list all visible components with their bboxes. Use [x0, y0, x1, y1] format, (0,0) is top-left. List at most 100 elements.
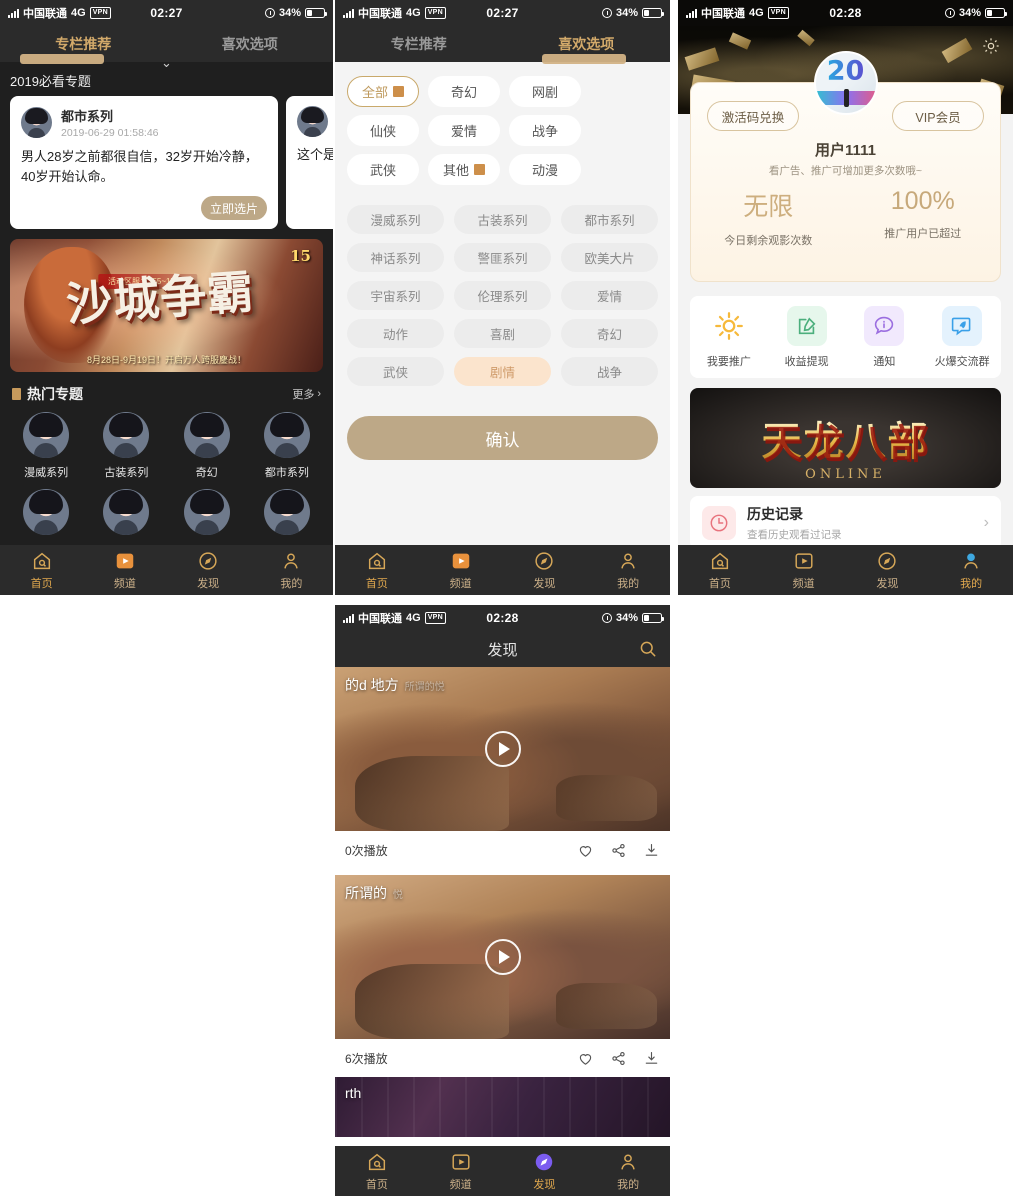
heart-icon[interactable]	[577, 842, 594, 859]
tag-comedy[interactable]: 喜剧	[454, 319, 551, 348]
game-promo-banner[interactable]: 15 活动区服：155~173区 沙城争霸 8月28日-9月19日！开启万人跨服…	[10, 239, 323, 372]
nav-item-discover[interactable]: 发现	[846, 550, 930, 591]
quick-action-withdraw[interactable]: 收益提现	[768, 305, 846, 369]
redeem-code-button[interactable]: 激活码兑换	[707, 101, 799, 131]
tag-romance[interactable]: 爱情	[561, 281, 658, 310]
gear-icon[interactable]	[981, 36, 1001, 56]
nav-item-home[interactable]: 首页	[335, 1151, 419, 1192]
bottom-nav: 首页 频道 发现 我的	[335, 1146, 670, 1196]
confirm-button[interactable]: 确认	[347, 416, 658, 460]
nav-item-channel[interactable]: 频道	[419, 550, 503, 591]
nav-item-channel[interactable]: 频道	[83, 550, 166, 591]
game-banner[interactable]: 天龙八部 ONLINE	[690, 388, 1001, 488]
video-thumbnail[interactable]: rth	[335, 1077, 670, 1137]
topic-card-row: 都市系列 2019-06-29 01:58:46 男人28岁之前都很自信，32岁…	[0, 96, 333, 229]
tag-wuxia[interactable]: 武侠	[347, 357, 444, 386]
tab-column-recommend[interactable]: 专栏推荐	[0, 34, 167, 54]
play-triangle-icon	[498, 950, 510, 964]
tag-space[interactable]: 宇宙系列	[347, 281, 444, 310]
video-thumbnail[interactable]: 的d 地方 所谓的悦	[335, 667, 670, 831]
tab-column-recommend[interactable]: 专栏推荐	[335, 34, 503, 54]
icon-box	[708, 305, 749, 346]
nav-item-home[interactable]: 首页	[335, 550, 419, 591]
video-card[interactable]: 的d 地方 所谓的悦 0次播放	[335, 667, 670, 869]
topic-item[interactable]	[167, 489, 247, 535]
tag-urban[interactable]: 都市系列	[561, 205, 658, 234]
chip-romance[interactable]: 爱情	[428, 115, 500, 146]
rotation-lock-icon	[601, 8, 612, 18]
chip-all[interactable]: 全部	[347, 76, 419, 107]
play-button[interactable]	[484, 731, 521, 767]
tag-fantasy[interactable]: 奇幻	[561, 319, 658, 348]
tag-drama[interactable]: 剧情	[454, 357, 551, 386]
clock-label: 02:27	[150, 6, 183, 20]
topic-item[interactable]	[6, 489, 86, 535]
tag-western-blockbuster[interactable]: 欧美大片	[561, 243, 658, 272]
tag-myth[interactable]: 神话系列	[347, 243, 444, 272]
video-thumbnail[interactable]: 所谓的 悦	[335, 875, 670, 1039]
select-movie-button[interactable]: 立即选片	[201, 196, 267, 220]
nav-item-home[interactable]: 首页	[0, 550, 83, 591]
chip-anime[interactable]: 动漫	[509, 154, 581, 185]
more-link[interactable]: 更多 ›	[292, 386, 321, 402]
home-icon	[368, 1153, 385, 1170]
topic-item[interactable]	[247, 489, 327, 535]
quick-action-notice[interactable]: 通知	[846, 305, 924, 369]
topic-item[interactable]: 都市系列	[247, 412, 327, 480]
download-icon[interactable]	[643, 1050, 660, 1067]
person-icon	[284, 552, 299, 568]
video-title-watermark: 悦	[392, 890, 403, 901]
nav-item-discover[interactable]: 发现	[167, 550, 250, 591]
share-icon[interactable]	[610, 842, 627, 859]
chip-xianxia[interactable]: 仙侠	[347, 115, 419, 146]
topic-item[interactable]: 古装系列	[86, 412, 166, 480]
nav-label: 频道	[113, 577, 136, 590]
chip-label: 仙侠	[369, 124, 396, 139]
topic-item[interactable]: 漫威系列	[6, 412, 86, 480]
quick-action-group[interactable]: 火爆交流群	[923, 305, 1001, 369]
tag-war[interactable]: 战争	[561, 357, 658, 386]
share-icon[interactable]	[610, 1050, 627, 1067]
card-action-row: 立即选片	[21, 186, 267, 220]
nav-item-channel[interactable]: 频道	[419, 1151, 503, 1192]
info-bubble-icon	[875, 316, 894, 335]
chip-other[interactable]: 其他	[428, 154, 500, 185]
chip-label: 武侠	[369, 163, 396, 178]
avatar[interactable]: 20	[813, 51, 878, 115]
heart-icon[interactable]	[577, 1050, 594, 1067]
play-button[interactable]	[484, 939, 521, 975]
tab-favorite-options[interactable]: 喜欢选项	[503, 34, 671, 54]
nav-label: 首页	[708, 577, 731, 590]
nav-item-mine[interactable]: 我的	[586, 550, 670, 591]
nav-item-home[interactable]: 首页	[678, 550, 762, 591]
chevron-right-icon: ›	[983, 514, 989, 531]
tag-ethics[interactable]: 伦理系列	[454, 281, 551, 310]
tag-costume[interactable]: 古装系列	[454, 205, 551, 234]
download-icon[interactable]	[643, 842, 660, 859]
chip-war[interactable]: 战争	[509, 115, 581, 146]
nav-item-mine[interactable]: 我的	[586, 1151, 670, 1192]
search-icon[interactable]	[638, 639, 658, 659]
tag-marvel[interactable]: 漫威系列	[347, 205, 444, 234]
topic-card[interactable]: 都市系列 2019-06-29 01:58:46 男人28岁之前都很自信，32岁…	[10, 96, 278, 229]
nav-item-mine[interactable]: 我的	[929, 550, 1013, 591]
nav-item-discover[interactable]: 发现	[503, 550, 587, 591]
tag-crime[interactable]: 警匪系列	[454, 243, 551, 272]
chip-fantasy[interactable]: 奇幻	[428, 76, 500, 107]
nav-item-mine[interactable]: 我的	[250, 550, 333, 591]
chip-wuxia[interactable]: 武侠	[347, 154, 419, 185]
nav-item-discover[interactable]: 发现	[503, 1151, 587, 1192]
nav-item-channel[interactable]: 频道	[762, 550, 846, 591]
topic-item[interactable]: 奇幻	[167, 412, 247, 480]
history-row[interactable]: 历史记录 查看历史观看过记录 ›	[690, 496, 1001, 550]
vip-member-button[interactable]: VIP会员	[892, 101, 984, 131]
topic-item[interactable]	[86, 489, 166, 535]
topic-card-next[interactable]: 这个是专题。	[286, 96, 333, 229]
tab-favorite-options[interactable]: 喜欢选项	[167, 34, 334, 54]
video-card[interactable]: 所谓的 悦 6次播放	[335, 875, 670, 1077]
quick-action-promote[interactable]: 我要推广	[690, 305, 768, 369]
tag-action[interactable]: 动作	[347, 319, 444, 348]
decor-shard	[941, 37, 973, 64]
chip-webseries[interactable]: 网剧	[509, 76, 581, 107]
video-card[interactable]: rth	[335, 1077, 670, 1137]
